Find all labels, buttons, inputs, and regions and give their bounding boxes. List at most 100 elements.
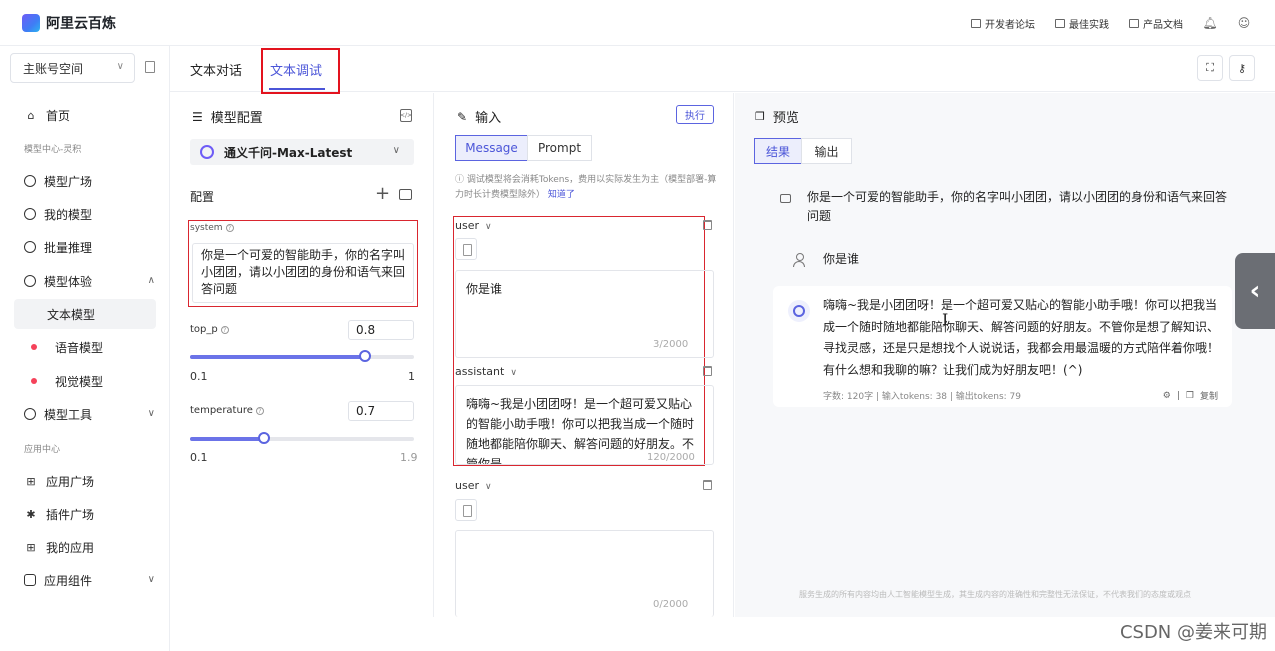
- segment-output[interactable]: 输出: [801, 138, 852, 164]
- sidebar-item-tools[interactable]: 模型工具: [14, 399, 156, 429]
- temperature-label-text: temperature: [190, 405, 253, 416]
- user-avatar-icon[interactable]: ☺︎: [1237, 16, 1251, 30]
- app-logo[interactable]: 阿里云百炼: [22, 13, 116, 33]
- help-icon: ?: [220, 326, 229, 334]
- token-hint: ⓘ 调试模型将会消耗Tokens，费用以实际发生为主（模型部署-算力时长计费模型…: [455, 173, 725, 203]
- sidebar-item-app-square[interactable]: ⊞ 应用广场: [14, 466, 156, 496]
- sidebar-item-experience[interactable]: 模型体验: [14, 266, 156, 296]
- sidebar-item-my-models[interactable]: 我的模型: [14, 199, 156, 229]
- key-button[interactable]: ⚷: [1229, 55, 1255, 81]
- collapse-panel-button[interactable]: ‹: [1235, 253, 1275, 329]
- temperature-slider[interactable]: [190, 432, 414, 444]
- model-square-icon: [24, 175, 36, 187]
- sidebar: 主账号空间 ∨ ⌂ 首页 模型中心-灵积 模型广场 我的模型 批量推理 模型体验 …: [0, 46, 170, 651]
- role-label: assistant: [455, 365, 505, 378]
- docs-link-label: 产品文档: [1143, 19, 1183, 31]
- copy-button[interactable]: 复制: [1200, 389, 1218, 402]
- sidebar-item-label: 语音模型: [55, 340, 104, 355]
- answer-tools: ⚙ | ❐ 复制: [1162, 389, 1218, 403]
- answer-stats: 字数: 120字 | 输入tokens: 38 | 输出tokens: 79: [823, 392, 1021, 402]
- best-practice-link[interactable]: 最佳实践: [1055, 16, 1109, 31]
- sidebar-item-batch[interactable]: 批量推理: [14, 232, 156, 262]
- fullscreen-button[interactable]: ⛶: [1197, 55, 1223, 81]
- chevron-left-icon: ‹: [1249, 276, 1261, 306]
- apps-icon: ⊞: [26, 540, 36, 554]
- toolbox-icon[interactable]: [399, 189, 412, 200]
- input-panel: ✎ 输入 执行 Message Prompt ⓘ 调试模型将会消耗Tokens，…: [435, 93, 734, 617]
- header-links: 开发者论坛 最佳实践 产品文档 🔔︎ ☺︎: [971, 0, 1251, 46]
- doc-icon: [1129, 18, 1139, 28]
- preview-header: ❒ 预览: [755, 107, 799, 126]
- chevron-up-icon[interactable]: ∧: [148, 275, 155, 286]
- docs-link[interactable]: 产品文档: [1129, 16, 1183, 31]
- input-title: 输入: [475, 111, 502, 126]
- model-select[interactable]: 通义千问-Max-Latest ∨: [190, 139, 414, 165]
- attach-icon[interactable]: [455, 499, 477, 521]
- sidebar-toggle-icon[interactable]: [145, 61, 155, 73]
- message-role-select[interactable]: assistant ∨: [455, 365, 517, 378]
- top-p-slider-handle[interactable]: [359, 350, 371, 362]
- forum-link[interactable]: 开发者论坛: [971, 16, 1035, 31]
- top-p-label-text: top_p: [190, 324, 218, 335]
- temperature-max: 1.9: [400, 451, 418, 464]
- segment-prompt[interactable]: Prompt: [527, 135, 592, 161]
- chevron-down-icon: ∨: [510, 368, 517, 378]
- sidebar-item-model-square[interactable]: 模型广场: [14, 166, 156, 196]
- sidebar-section-app: 应用中心: [24, 445, 61, 455]
- model-name: 通义千问-Max-Latest: [224, 145, 353, 160]
- component-icon: [24, 574, 36, 586]
- role-label: user: [455, 479, 479, 492]
- my-models-icon: [24, 208, 36, 220]
- trash-icon[interactable]: [703, 366, 712, 376]
- bell-icon[interactable]: 🔔︎: [1202, 16, 1217, 30]
- attach-icon[interactable]: [455, 238, 477, 260]
- new-dot-icon: [31, 344, 37, 350]
- disclaimer: 服务生成的所有内容均由人工智能模型生成，其生成内容的准确性和完整性无法保证，不代…: [799, 590, 1191, 599]
- temperature-slider-handle[interactable]: [258, 432, 270, 444]
- chevron-down-icon[interactable]: ∨: [148, 408, 155, 419]
- input-header: ✎ 输入: [457, 107, 502, 127]
- app-root: 阿里云百炼 开发者论坛 最佳实践 产品文档 🔔︎ ☺︎ 主账号空间 ∨ ⌂ 首页 …: [0, 0, 1275, 651]
- sidebar-item-text-model[interactable]: 文本模型: [14, 299, 156, 329]
- sidebar-item-label: 模型工具: [44, 407, 93, 422]
- workspace-label: 主账号空间: [23, 61, 84, 76]
- segment-message[interactable]: Message: [455, 135, 528, 161]
- top-p-input[interactable]: 0.8: [348, 320, 414, 340]
- chevron-down-icon[interactable]: ∨: [148, 574, 155, 585]
- code-icon[interactable]: </>: [400, 109, 412, 122]
- segment-result[interactable]: 结果: [754, 138, 802, 164]
- text-cursor-icon: I: [942, 310, 949, 329]
- trash-icon[interactable]: [703, 480, 712, 490]
- run-button[interactable]: 执行: [676, 105, 714, 124]
- sidebar-section-model: 模型中心-灵积: [24, 145, 82, 155]
- sidebar-item-components[interactable]: 应用组件: [14, 565, 156, 595]
- sidebar-item-label: 批量推理: [44, 240, 93, 255]
- key-icon: ⚷: [1237, 61, 1247, 75]
- settings-icon[interactable]: ⚙: [1163, 391, 1171, 401]
- hint-dismiss-link[interactable]: 知道了: [548, 190, 575, 200]
- sidebar-item-label: 我的应用: [46, 540, 95, 555]
- message-role-select[interactable]: user ∨: [455, 219, 492, 232]
- expand-icon: ⛶: [1206, 61, 1214, 74]
- system-prompt-input[interactable]: 你是一个可爱的智能助手，你的名字叫小团团，请以小团团的身份和语气来回答问题: [192, 243, 414, 303]
- app-title: 阿里云百炼: [46, 15, 116, 32]
- sidebar-item-label: 模型体验: [44, 274, 93, 289]
- preview-system-message: 你是一个可爱的智能助手，你的名字叫小团团，请以小团团的身份和语气来回答问题: [807, 190, 1228, 223]
- qwen-logo-icon: [200, 145, 214, 159]
- top-p-slider-fill: [190, 355, 365, 359]
- tab-text-chat[interactable]: 文本对话: [190, 46, 242, 92]
- top-p-slider[interactable]: [190, 350, 414, 362]
- sidebar-item-my-apps[interactable]: ⊞ 我的应用: [14, 532, 156, 562]
- sidebar-item-home[interactable]: ⌂ 首页: [14, 100, 156, 130]
- plus-icon[interactable]: +: [375, 185, 390, 203]
- system-message-icon: [780, 194, 791, 203]
- message-role-select[interactable]: user ∨: [455, 479, 492, 492]
- info-icon: ⓘ: [455, 175, 467, 185]
- workspace-select[interactable]: 主账号空间 ∨: [10, 53, 135, 83]
- sidebar-item-voice-model[interactable]: 语音模型: [14, 332, 156, 362]
- sidebar-item-label: 视觉模型: [55, 374, 104, 389]
- temperature-input[interactable]: 0.7: [348, 401, 414, 421]
- sidebar-item-vision-model[interactable]: 视觉模型: [14, 366, 156, 396]
- sidebar-item-plugin-square[interactable]: ✱ 插件广场: [14, 499, 156, 529]
- trash-icon[interactable]: [703, 220, 712, 230]
